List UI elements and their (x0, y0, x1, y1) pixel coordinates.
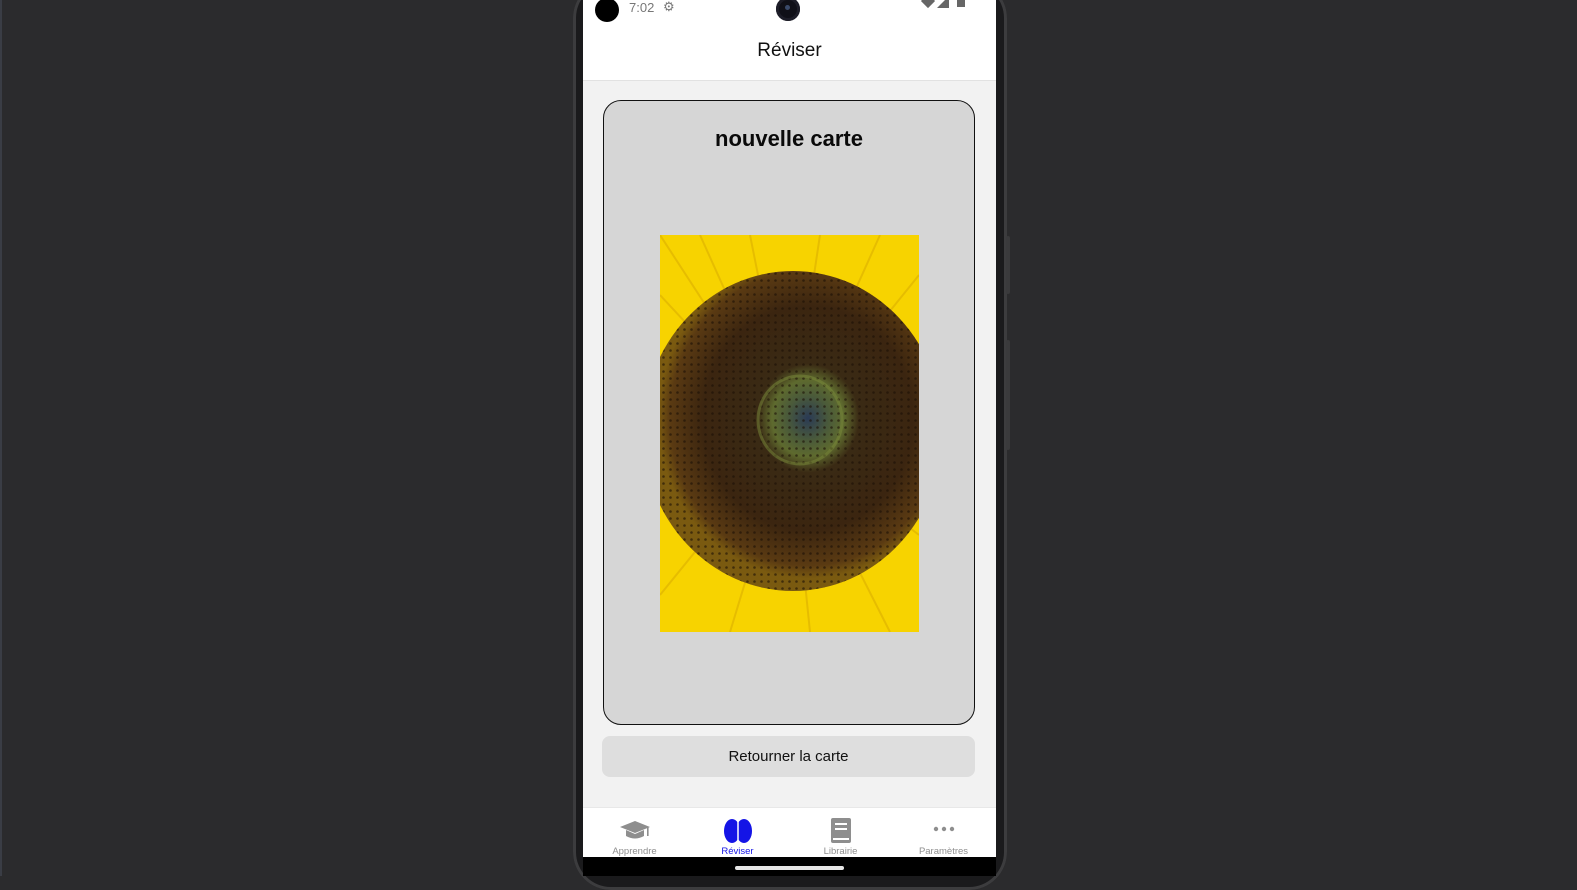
book-icon (789, 818, 892, 843)
device-screen: 7:02 ⚙ Réviser nouvelle carte Retourner … (583, 0, 996, 876)
notification-dot-icon (595, 0, 619, 22)
volume-button (1006, 236, 1010, 294)
tab-parametres[interactable]: Paramètres (892, 808, 995, 858)
ellipsis-icon (892, 818, 995, 842)
tab-label: Apprendre (612, 846, 657, 857)
bottom-tab-bar: Apprendre Réviser Librairie Paramètres (583, 807, 996, 858)
app-header: Réviser (583, 24, 996, 81)
brain-icon (686, 818, 789, 843)
tab-reviser[interactable]: Réviser (686, 808, 789, 858)
front-camera (776, 0, 800, 21)
ide-background-edge (0, 0, 2, 876)
cellular-signal-icon (937, 0, 949, 8)
graduation-cap-icon (583, 818, 686, 842)
wifi-icon (920, 0, 936, 9)
gear-icon: ⚙ (663, 0, 675, 14)
flashcard[interactable]: nouvelle carte (603, 100, 975, 725)
sunflower-image (660, 235, 919, 632)
page-title: Réviser (757, 40, 822, 61)
power-button (1006, 340, 1010, 450)
tab-label: Réviser (721, 846, 754, 857)
status-time: 7:02 (629, 0, 655, 15)
tab-label: Librairie (823, 846, 858, 857)
status-bar: 7:02 ⚙ (583, 0, 996, 24)
tab-librairie[interactable]: Librairie (789, 808, 892, 858)
tab-apprendre[interactable]: Apprendre (583, 808, 686, 858)
flip-card-button[interactable]: Retourner la carte (602, 736, 975, 777)
battery-icon (957, 0, 965, 7)
home-indicator[interactable] (735, 866, 844, 870)
card-title: nouvelle carte (715, 126, 863, 151)
tab-label: Paramètres (918, 846, 969, 857)
